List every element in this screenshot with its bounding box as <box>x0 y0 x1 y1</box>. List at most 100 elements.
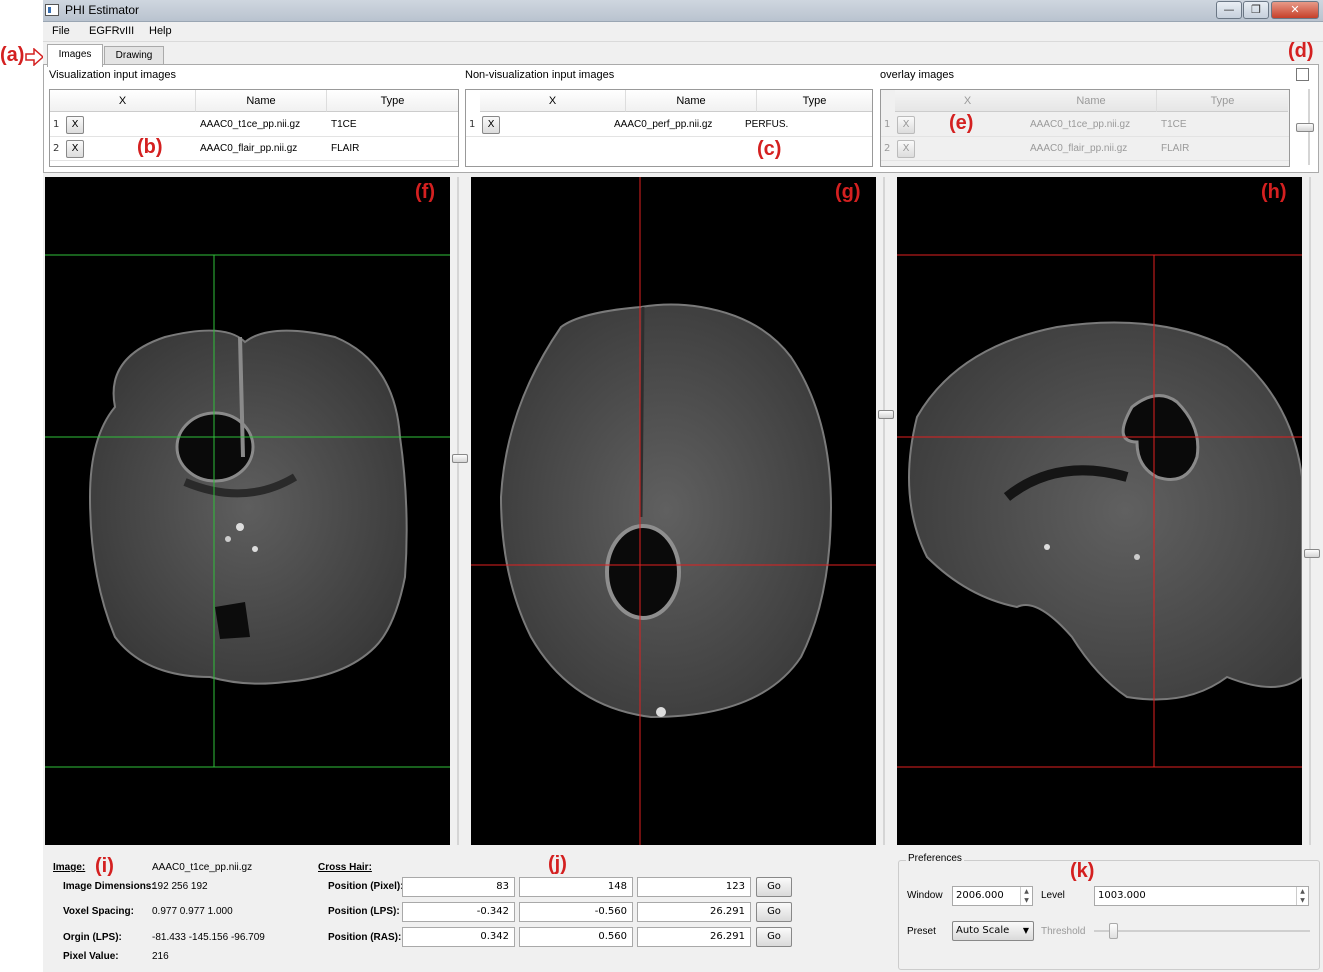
col-header-type: Type <box>1157 90 1288 112</box>
app-icon <box>45 4 59 16</box>
preferences-group <box>898 860 1320 970</box>
window-title: PHI Estimator <box>65 3 140 17</box>
image-name: AAAC0_perf_pp.nii.gz <box>614 119 713 130</box>
table-row: 1 X AAAC0_t1ce_pp.nii.gz T1CE <box>881 113 1289 137</box>
image-dimensions-label: Image Dimensions: <box>63 881 155 892</box>
overlay-checkbox[interactable] <box>1296 68 1309 81</box>
row-number: 1 <box>469 119 476 130</box>
go-lps-button[interactable]: Go <box>756 902 792 922</box>
slider-track <box>883 177 885 845</box>
position-lps-y-input[interactable]: -0.560 <box>519 902 633 922</box>
remove-button: X <box>897 116 915 134</box>
slider-thumb[interactable] <box>878 410 894 419</box>
col-header-type[interactable]: Type <box>757 90 872 112</box>
origin-label: Orgin (LPS): <box>63 932 122 943</box>
slider-thumb[interactable] <box>452 454 468 463</box>
annotation-h: (h) <box>1261 181 1287 203</box>
position-ras-x-input[interactable]: 0.342 <box>402 927 515 947</box>
coronal-view[interactable]: (f) <box>45 177 450 845</box>
close-button[interactable]: ✕ <box>1271 1 1319 19</box>
axial-slice-slider[interactable] <box>878 177 894 845</box>
nonvis-group-title: Non-visualization input images <box>465 69 615 81</box>
annotation-k: (k) <box>1070 860 1095 882</box>
voxel-spacing-label: Voxel Spacing: <box>63 906 134 917</box>
window-spinbox[interactable]: 2006.000 ▲ ▼ <box>952 886 1033 906</box>
row-number: 1 <box>53 119 60 130</box>
remove-button[interactable]: X <box>482 116 500 134</box>
image-name: AAAC0_flair_pp.nii.gz <box>200 143 298 154</box>
col-header-type[interactable]: Type <box>327 90 458 112</box>
annotation-b: (b) <box>137 136 163 158</box>
remove-button[interactable]: X <box>66 116 84 134</box>
overlay-group-title: overlay images <box>880 69 954 81</box>
spin-arrows-icon[interactable]: ▲ ▼ <box>1020 887 1032 905</box>
col-header-x[interactable]: X <box>480 90 626 112</box>
window-label: Window <box>907 890 943 901</box>
image-name: AAAC0_t1ce_pp.nii.gz <box>1030 119 1131 130</box>
voxel-spacing-value: 0.977 0.977 1.000 <box>152 906 233 917</box>
tab-images[interactable]: Images <box>47 44 103 67</box>
minimize-button[interactable]: — <box>1216 1 1242 19</box>
menu-help[interactable]: Help <box>149 25 172 37</box>
row-number: 2 <box>53 143 60 154</box>
image-type[interactable]: PERFUS. <box>745 119 788 130</box>
level-value: 1003.000 <box>1098 890 1146 901</box>
table-row[interactable]: 1 X AAAC0_t1ce_pp.nii.gz T1CE <box>50 113 458 137</box>
threshold-slider-track <box>1094 930 1310 932</box>
go-ras-button[interactable]: Go <box>756 927 792 947</box>
table-row[interactable]: 2 X AAAC0_flair_pp.nii.gz FLAIR <box>50 137 458 161</box>
spin-arrows-icon[interactable]: ▲ ▼ <box>1296 887 1308 905</box>
pixel-value-label: Pixel Value: <box>63 951 119 962</box>
position-lps-label: Position (LPS): <box>328 906 400 917</box>
col-header-x: X <box>895 90 1041 112</box>
annotation-e: (e) <box>949 112 974 134</box>
col-header-name[interactable]: Name <box>626 90 757 112</box>
maximize-button[interactable]: ❐ <box>1243 1 1269 19</box>
chevron-down-icon: ▼ <box>1022 926 1029 935</box>
remove-button[interactable]: X <box>66 140 84 158</box>
sagittal-view[interactable]: (h) <box>897 177 1302 845</box>
sagittal-brain-image <box>897 254 1302 768</box>
annotation-d: (d) <box>1288 40 1314 62</box>
image-dimensions-value: 192 256 192 <box>152 881 208 892</box>
image-name: AAAC0_t1ce_pp.nii.gz <box>200 119 301 130</box>
tab-drawing[interactable]: Drawing <box>104 46 164 65</box>
overlay-images-table: X Name Type 1 X AAAC0_t1ce_pp.nii.gz T1C… <box>880 89 1290 167</box>
slider-thumb[interactable] <box>1304 549 1320 558</box>
title-bar: PHI Estimator — ❐ ✕ <box>43 0 1323 22</box>
sagittal-slice-slider[interactable] <box>1304 177 1320 845</box>
position-pixel-y-input[interactable]: 148 <box>519 877 633 897</box>
menu-egfrviii[interactable]: EGFRvIII <box>89 25 134 37</box>
image-type[interactable]: T1CE <box>331 119 357 130</box>
axial-view[interactable]: (g) <box>471 177 876 845</box>
position-ras-y-input[interactable]: 0.560 <box>519 927 633 947</box>
level-spinbox[interactable]: 1003.000 ▲ ▼ <box>1094 886 1309 906</box>
image-type[interactable]: FLAIR <box>331 143 359 154</box>
position-ras-z-input[interactable]: 26.291 <box>637 927 751 947</box>
position-pixel-x-input[interactable]: 83 <box>402 877 515 897</box>
position-pixel-label: Position (Pixel): <box>328 881 404 892</box>
opacity-slider-thumb[interactable] <box>1296 123 1314 132</box>
position-lps-x-input[interactable]: -0.342 <box>402 902 515 922</box>
coronal-slice-slider[interactable] <box>452 177 468 845</box>
go-pixel-button[interactable]: Go <box>756 877 792 897</box>
table-row[interactable]: 1 X AAAC0_perf_pp.nii.gz PERFUS. <box>466 113 872 137</box>
image-type: T1CE <box>1161 119 1187 130</box>
nonvis-images-table: X Name Type 1 X AAAC0_perf_pp.nii.gz PER… <box>465 89 873 167</box>
images-tab-panel: Visualization input images X Name Type 1… <box>43 64 1319 173</box>
level-label: Level <box>1041 890 1065 901</box>
pixel-value: 216 <box>152 951 169 962</box>
annotation-i: (i) <box>95 855 114 877</box>
col-header-name: Name <box>1026 90 1157 112</box>
preferences-title: Preferences <box>906 853 964 864</box>
col-header-name[interactable]: Name <box>196 90 327 112</box>
position-lps-z-input[interactable]: 26.291 <box>637 902 751 922</box>
image-type: FLAIR <box>1161 143 1190 154</box>
slider-track <box>1309 177 1311 845</box>
col-header-x[interactable]: X <box>50 90 196 112</box>
annotation-f: (f) <box>415 181 435 203</box>
menu-file[interactable]: File <box>52 25 70 37</box>
position-pixel-z-input[interactable]: 123 <box>637 877 751 897</box>
preset-dropdown[interactable]: Auto Scale ▼ <box>952 921 1034 941</box>
coronal-brain-image <box>45 254 450 768</box>
